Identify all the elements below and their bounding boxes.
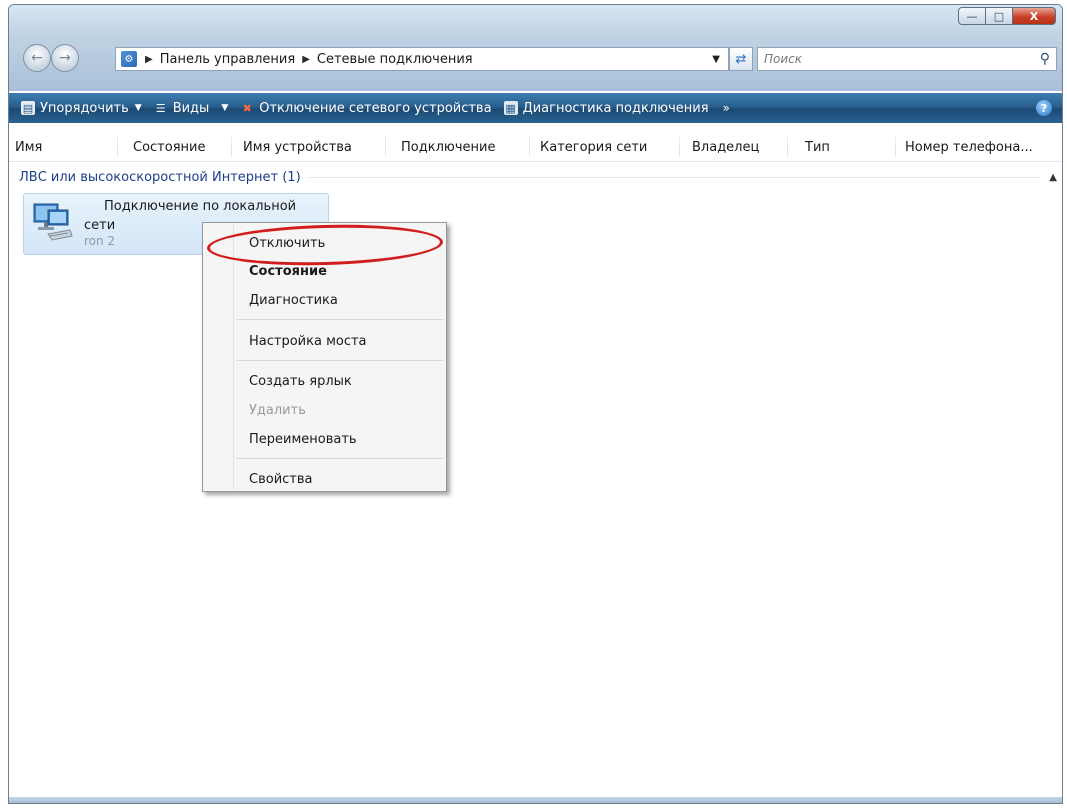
explorer-window: — □ X ← → ⚙ ▶ Панель управления ▶ Сетевы… xyxy=(8,4,1063,804)
help-icon[interactable]: ? xyxy=(1036,100,1052,116)
arrow-left-icon: ← xyxy=(31,50,43,66)
column-header-network-category[interactable]: Категория сети xyxy=(540,140,647,155)
search-input[interactable]: Поиск ⚲ xyxy=(757,47,1057,71)
title-bar: — □ X ← → ⚙ ▶ Панель управления ▶ Сетевы… xyxy=(9,5,1062,91)
connection-device: ron 2 xyxy=(84,234,116,248)
disable-network-icon: ✖ xyxy=(242,101,252,115)
diagnose-button[interactable]: ▦ Диагностика подключения xyxy=(503,100,709,116)
disable-device-button[interactable]: ✖ Отключение сетевого устройства xyxy=(240,100,492,116)
command-toolbar: ▤ Упорядочить ▼ ☰ Виды ▼ ✖ Отключение се… xyxy=(9,93,1062,123)
diagnose-icon: ▦ xyxy=(503,101,518,115)
chevron-right-icon: ▶ xyxy=(145,53,153,65)
control-panel-icon: ⚙ xyxy=(121,51,137,67)
minimize-button[interactable]: — xyxy=(958,7,986,25)
column-header-owner[interactable]: Владелец xyxy=(692,140,759,155)
group-divider xyxy=(308,176,1040,178)
disable-device-label: Отключение сетевого устройства xyxy=(259,100,492,116)
column-header-device-name[interactable]: Имя устройства xyxy=(243,140,352,155)
column-divider[interactable] xyxy=(895,137,896,157)
network-connection-icon xyxy=(33,203,73,241)
menu-item-delete: Удалить xyxy=(249,403,306,418)
status-bar xyxy=(9,797,1062,803)
column-header-phone[interactable]: Номер телефона... xyxy=(905,140,1033,155)
menu-item-diagnostics[interactable]: Диагностика xyxy=(249,293,338,308)
refresh-icon: ⇄ xyxy=(735,51,747,67)
menu-item-rename[interactable]: Переименовать xyxy=(249,432,357,447)
menu-separator xyxy=(237,458,443,459)
breadcrumb-control-panel[interactable]: Панель управления xyxy=(160,52,296,67)
window-controls: — □ X xyxy=(958,7,1056,25)
chevron-down-icon: ▼ xyxy=(221,103,229,113)
group-header[interactable]: ЛВС или высокоскоростной Интернет (1) ▲ xyxy=(19,167,1057,187)
close-button[interactable]: X xyxy=(1012,7,1056,25)
organize-label: Упорядочить xyxy=(40,100,129,116)
more-commands-button[interactable]: » xyxy=(723,101,730,115)
column-header-connection[interactable]: Подключение xyxy=(401,140,495,155)
menu-gutter xyxy=(233,225,234,489)
maximize-icon: □ xyxy=(993,9,1005,23)
back-button[interactable]: ← xyxy=(23,44,51,72)
arrow-right-icon: → xyxy=(59,50,71,66)
column-divider[interactable] xyxy=(787,137,788,157)
connection-name-line1: Подключение по локальной xyxy=(104,199,297,214)
column-header-type[interactable]: Тип xyxy=(805,140,830,155)
chevron-right-icon: ▶ xyxy=(302,53,310,65)
column-divider[interactable] xyxy=(117,137,118,157)
search-placeholder: Поиск xyxy=(764,52,803,66)
views-label: Виды xyxy=(172,100,210,116)
chevron-down-icon: ▼ xyxy=(134,103,142,113)
close-icon: X xyxy=(1029,9,1039,23)
menu-item-properties[interactable]: Свойства xyxy=(249,472,313,487)
group-label: ЛВС или высокоскоростной Интернет (1) xyxy=(19,169,301,185)
refresh-button[interactable]: ⇄ xyxy=(729,47,753,71)
chevron-up-icon[interactable]: ▲ xyxy=(1049,172,1057,183)
column-divider[interactable] xyxy=(529,137,530,157)
minimize-icon: — xyxy=(966,9,978,23)
column-divider[interactable] xyxy=(679,137,680,157)
forward-button[interactable]: → xyxy=(51,44,79,72)
column-header-status[interactable]: Состояние xyxy=(133,140,205,155)
organize-button[interactable]: ▤ Упорядочить ▼ xyxy=(21,101,142,116)
views-button[interactable]: ☰ Виды ▼ xyxy=(154,100,229,116)
search-icon[interactable]: ⚲ xyxy=(1040,51,1050,67)
menu-item-create-shortcut[interactable]: Создать ярлык xyxy=(249,374,352,389)
breadcrumb-network-connections[interactable]: Сетевые подключения xyxy=(317,52,473,67)
navigation-row: ← → ⚙ ▶ Панель управления ▶ Сетевые подк… xyxy=(9,41,1062,75)
views-icon: ☰ xyxy=(155,101,166,115)
menu-item-bridge[interactable]: Настройка моста xyxy=(249,334,367,349)
column-header-name[interactable]: Имя xyxy=(15,140,42,155)
maximize-button[interactable]: □ xyxy=(985,7,1013,25)
organize-icon: ▤ xyxy=(21,101,35,115)
column-divider[interactable] xyxy=(231,137,232,157)
chevron-down-icon[interactable]: ▼ xyxy=(712,54,720,65)
menu-item-status[interactable]: Состояние xyxy=(249,264,327,279)
column-divider[interactable] xyxy=(385,137,386,157)
column-headers: Имя Состояние Имя устройства Подключение… xyxy=(9,135,1062,162)
menu-separator xyxy=(237,360,443,361)
address-bar[interactable]: ⚙ ▶ Панель управления ▶ Сетевые подключе… xyxy=(115,47,729,71)
menu-separator xyxy=(237,319,443,320)
diagnose-label: Диагностика подключения xyxy=(522,100,709,116)
